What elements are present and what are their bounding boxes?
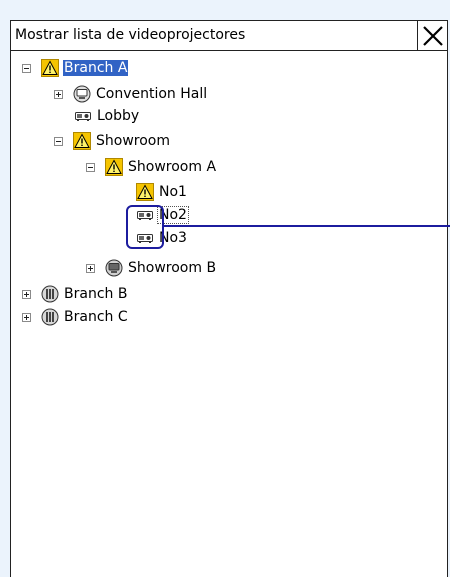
app-frame: Mostrar lista de videoprojectores Branch… <box>0 0 450 577</box>
monitor-group-icon <box>73 85 91 103</box>
close-button[interactable] <box>417 21 447 50</box>
tree-item-showroom[interactable]: Showroom <box>54 130 171 152</box>
tree-item-lobby[interactable]: Lobby <box>74 105 140 127</box>
warning-icon <box>136 183 154 201</box>
warning-icon <box>73 132 91 150</box>
tree-item-label: Lobby <box>97 108 140 124</box>
collapse-toggle[interactable] <box>54 136 63 146</box>
callout-line <box>163 225 450 227</box>
tree-item-label: Showroom A <box>128 159 217 175</box>
tree-item-branch-c[interactable]: Branch C <box>22 306 129 328</box>
tree-item-label: Branch B <box>64 286 128 302</box>
monitor-group-icon <box>105 259 123 277</box>
warning-icon <box>41 59 59 77</box>
network-group-icon <box>41 285 59 303</box>
tree-item-convention-hall[interactable]: Convention Hall <box>54 83 208 105</box>
expand-toggle[interactable] <box>86 263 95 273</box>
tree-item-showroom-a[interactable]: Showroom A <box>86 156 217 178</box>
tree-item-label: Convention Hall <box>96 86 208 102</box>
window-title: Mostrar lista de videoprojectores <box>15 27 246 43</box>
callout-highlight-box <box>126 205 164 249</box>
tree-item-branch-a[interactable]: Branch A <box>22 57 129 79</box>
tree-item-label: Showroom <box>96 133 170 149</box>
close-icon <box>423 26 443 46</box>
tree-item-label: No1 <box>159 184 187 200</box>
expand-toggle[interactable] <box>54 89 63 99</box>
collapse-toggle[interactable] <box>22 63 31 73</box>
tree-item-no1[interactable]: No1 <box>136 181 188 203</box>
tree-item-branch-b[interactable]: Branch B <box>22 283 128 305</box>
warning-icon <box>105 158 123 176</box>
tree-item-showroom-b[interactable]: Showroom B <box>86 257 217 279</box>
tree-item-label: Branch A <box>63 60 129 76</box>
expand-toggle[interactable] <box>22 289 31 299</box>
tree-item-label: Branch C <box>64 309 128 325</box>
projector-icon <box>75 112 91 121</box>
tree-item-label: Showroom B <box>128 260 217 276</box>
collapse-toggle[interactable] <box>86 162 95 172</box>
title-bar: Mostrar lista de videoprojectores <box>11 21 447 51</box>
network-group-icon <box>41 308 59 326</box>
expand-toggle[interactable] <box>22 312 31 322</box>
